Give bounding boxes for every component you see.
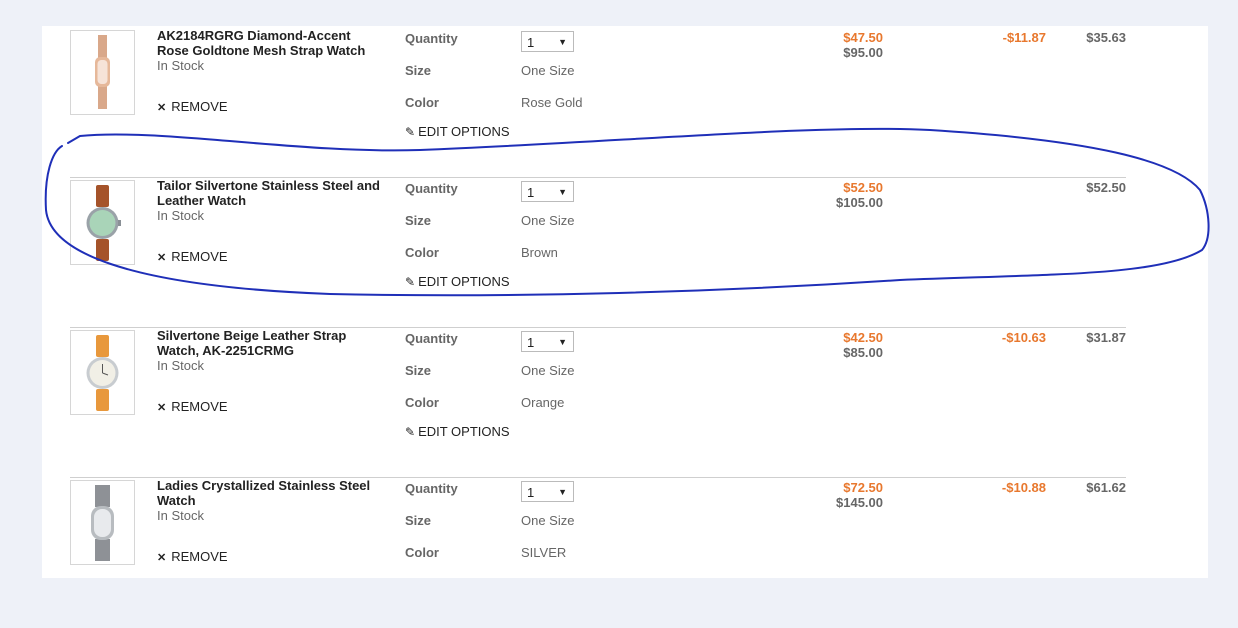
size-value: One Size — [521, 213, 575, 228]
sale-price: $52.50 — [843, 180, 883, 195]
watch-icon — [95, 35, 110, 109]
line-total: $35.63 — [1086, 30, 1126, 45]
sale-price: $47.50 — [843, 30, 883, 45]
edit-options-label: EDIT OPTIONS — [418, 424, 510, 439]
quantity-select[interactable]: 1 ▼ — [521, 181, 574, 202]
stock-status: In Stock — [157, 508, 204, 523]
pencil-icon: ✎ — [405, 275, 416, 289]
edit-options-label: EDIT OPTIONS — [418, 274, 510, 289]
remove-label: REMOVE — [171, 399, 228, 414]
remove-label: REMOVE — [171, 249, 228, 264]
size-label: Size — [405, 363, 432, 378]
original-price: $85.00 — [843, 345, 883, 360]
watch-icon — [86, 185, 121, 261]
quantity-select[interactable]: 1 ▼ — [521, 481, 574, 502]
remove-button[interactable]: ✕ REMOVE — [157, 399, 228, 414]
size-value: One Size — [521, 63, 575, 78]
discount: -$10.88 — [1001, 480, 1046, 495]
stock-status: In Stock — [157, 208, 204, 223]
size-label: Size — [405, 513, 432, 528]
product-name[interactable]: Ladies Crystallized Stainless Steel Watc… — [157, 478, 382, 508]
discount: -$10.63 — [1001, 330, 1046, 345]
quantity-select[interactable]: 1 ▼ — [521, 31, 574, 52]
size-label: Size — [405, 213, 432, 228]
stock-status: In Stock — [157, 358, 204, 373]
product-name[interactable]: AK2184RGRG Diamond-Accent Rose Goldtone … — [157, 28, 382, 58]
color-label: Color — [405, 95, 439, 110]
color-label: Color — [405, 245, 439, 260]
quantity-value: 1 — [527, 335, 535, 350]
product-name[interactable]: Tailor Silvertone Stainless Steel and Le… — [157, 178, 382, 208]
color-value: Brown — [521, 245, 558, 260]
product-name[interactable]: Silvertone Beige Leather Strap Watch, AK… — [157, 328, 382, 358]
stock-status: In Stock — [157, 58, 204, 73]
quantity-select[interactable]: 1 ▼ — [521, 331, 574, 352]
quantity-label: Quantity — [405, 331, 458, 346]
pencil-icon: ✎ — [405, 125, 416, 139]
sale-price: $72.50 — [843, 480, 883, 495]
close-icon: ✕ — [157, 402, 167, 414]
remove-button[interactable]: ✕ REMOVE — [157, 249, 228, 264]
cart-item: AK2184RGRG Diamond-Accent Rose Goldtone … — [42, 28, 1208, 178]
close-icon: ✕ — [157, 102, 167, 114]
cart-item: Tailor Silvertone Stainless Steel and Le… — [42, 177, 1208, 328]
quantity-label: Quantity — [405, 181, 458, 196]
line-total: $61.62 — [1086, 480, 1126, 495]
chevron-down-icon: ▼ — [558, 187, 567, 197]
line-total: $52.50 — [1086, 180, 1126, 195]
quantity-value: 1 — [527, 485, 535, 500]
remove-label: REMOVE — [171, 99, 228, 114]
edit-options-button[interactable]: ✎ EDIT OPTIONS — [405, 124, 510, 139]
chevron-down-icon: ▼ — [558, 337, 567, 347]
original-price: $145.00 — [836, 495, 883, 510]
product-thumbnail[interactable] — [70, 330, 135, 415]
chevron-down-icon: ▼ — [558, 37, 567, 47]
remove-button[interactable]: ✕ REMOVE — [157, 99, 228, 114]
watch-icon — [91, 485, 114, 561]
remove-label: REMOVE — [171, 549, 228, 564]
remove-button[interactable]: ✕ REMOVE — [157, 549, 228, 564]
size-label: Size — [405, 63, 432, 78]
color-value: Rose Gold — [521, 95, 583, 110]
chevron-down-icon: ▼ — [558, 487, 567, 497]
color-label: Color — [405, 395, 439, 410]
size-value: One Size — [521, 513, 575, 528]
original-price: $95.00 — [843, 45, 883, 60]
quantity-label: Quantity — [405, 481, 458, 496]
cart-item: Ladies Crystallized Stainless Steel Watc… — [42, 477, 1208, 628]
product-thumbnail[interactable] — [70, 480, 135, 565]
quantity-value: 1 — [527, 35, 535, 50]
product-thumbnail[interactable] — [70, 180, 135, 265]
cart-panel: AK2184RGRG Diamond-Accent Rose Goldtone … — [42, 26, 1208, 578]
discount: -$11.87 — [1002, 30, 1046, 45]
size-value: One Size — [521, 363, 575, 378]
pencil-icon: ✎ — [405, 425, 416, 439]
color-value: SILVER — [521, 545, 567, 560]
close-icon: ✕ — [157, 552, 167, 564]
edit-options-button[interactable]: ✎ EDIT OPTIONS — [405, 424, 510, 439]
color-label: Color — [405, 545, 439, 560]
product-thumbnail[interactable] — [70, 30, 135, 115]
quantity-label: Quantity — [405, 31, 458, 46]
close-icon: ✕ — [157, 252, 167, 264]
watch-icon — [86, 335, 119, 411]
quantity-value: 1 — [527, 185, 535, 200]
edit-options-label: EDIT OPTIONS — [418, 124, 510, 139]
color-value: Orange — [521, 395, 565, 410]
sale-price: $42.50 — [843, 330, 883, 345]
line-total: $31.87 — [1086, 330, 1126, 345]
cart-item: Silvertone Beige Leather Strap Watch, AK… — [42, 327, 1208, 478]
original-price: $105.00 — [836, 195, 883, 210]
edit-options-button[interactable]: ✎ EDIT OPTIONS — [405, 274, 510, 289]
